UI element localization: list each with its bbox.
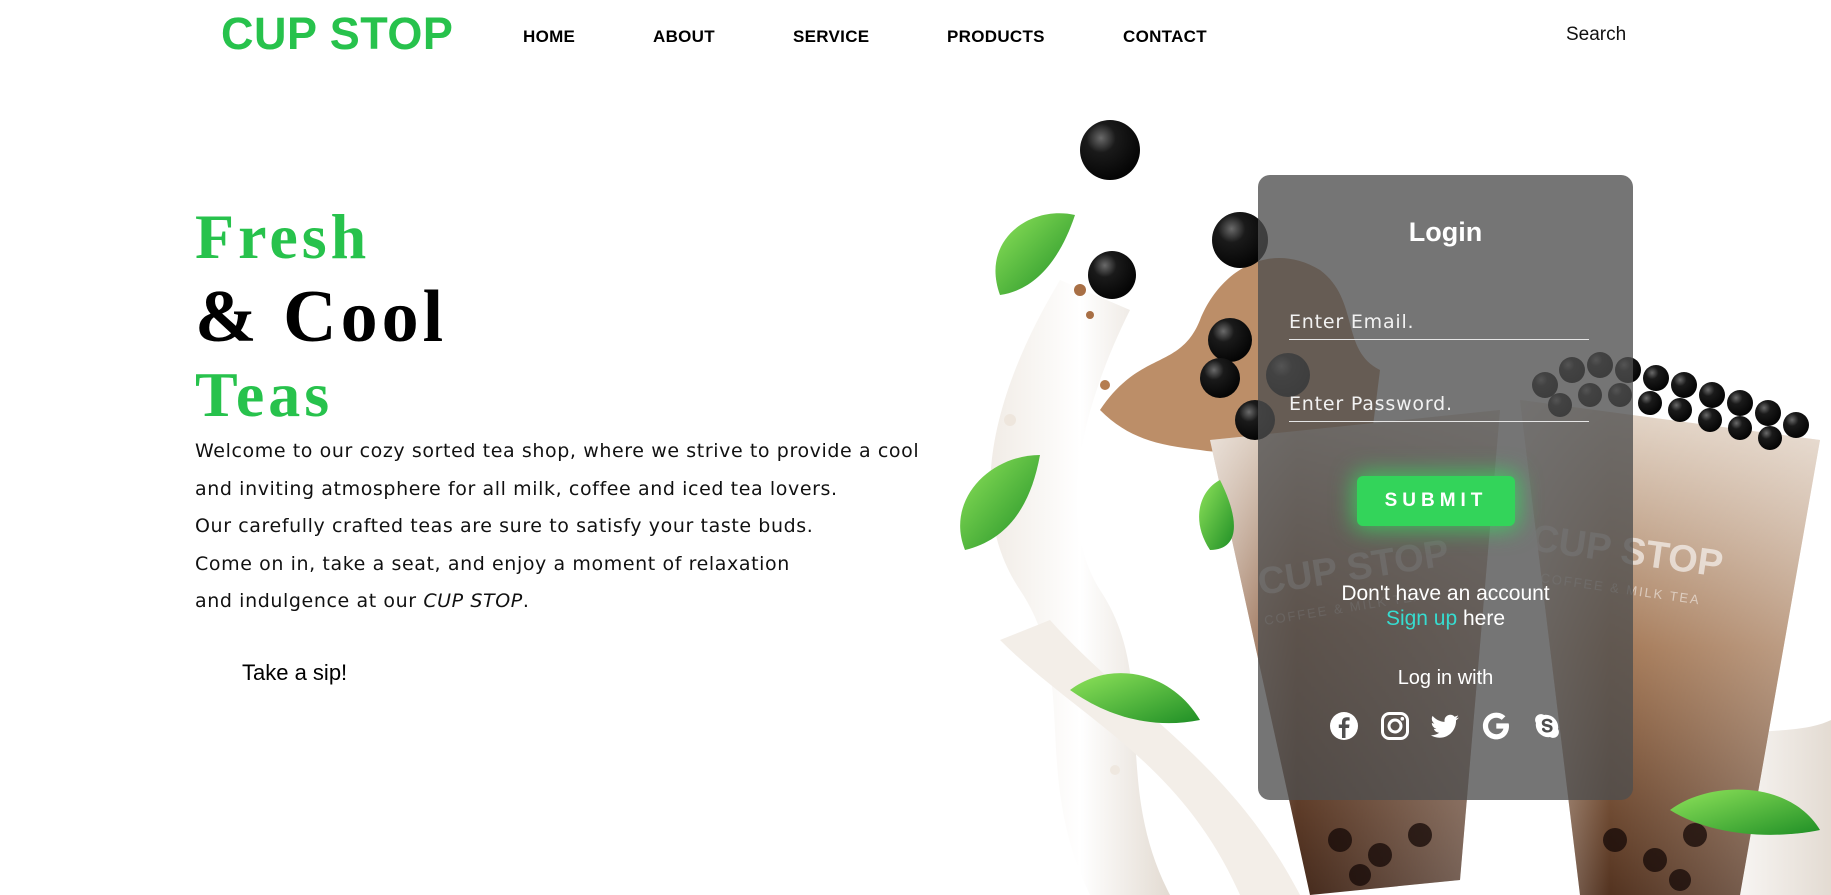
brand-logo[interactable]: CUP STOP [221, 8, 453, 60]
nav-products[interactable]: PRODUCTS [947, 27, 1045, 47]
google-icon[interactable] [1480, 710, 1512, 742]
nav-home[interactable]: HOME [523, 27, 575, 47]
facebook-icon[interactable] [1328, 710, 1360, 742]
login-title: Login [1408, 217, 1483, 247]
description-line: Welcome to our cozy sorted tea shop, whe… [195, 440, 920, 462]
nav-contact[interactable]: CONTACT [1123, 27, 1207, 47]
twitter-icon[interactable] [1429, 710, 1461, 742]
skype-icon[interactable] [1531, 710, 1563, 742]
description-line: and inviting atmosphere for all milk, co… [195, 477, 838, 500]
description-line: Our carefully crafted teas are sure to s… [195, 515, 814, 537]
take-a-sip-button[interactable]: Take a sip! [242, 660, 347, 686]
hero-description: Welcome to our cozy sorted tea shop, whe… [195, 433, 919, 621]
signup-suffix: here [1457, 607, 1506, 630]
no-account-text: Don't have an account [1341, 582, 1550, 605]
nav-about[interactable]: ABOUT [653, 27, 715, 47]
login-panel: Login SUBMIT Don't have an account Sign … [1258, 175, 1633, 800]
signup-link[interactable]: Sign up [1386, 607, 1457, 630]
description-line: and indulgence at our CUP STOP. [195, 583, 919, 621]
description-text: . [522, 590, 530, 612]
submit-button[interactable]: SUBMIT [1357, 476, 1515, 526]
hero-title-fresh: Fresh [195, 201, 371, 272]
hero-title-cool: & Cool [195, 276, 448, 358]
nav-service[interactable]: SERVICE [793, 27, 869, 47]
description-line: Come on in, take a seat, and enjoy a mom… [195, 552, 790, 575]
password-field[interactable] [1289, 386, 1589, 422]
hero-title-teas: Teas [195, 359, 334, 430]
description-brand: CUP STOP [423, 590, 523, 612]
description-text: and indulgence at our [195, 590, 424, 612]
signup-line: Sign up here [1258, 606, 1633, 631]
instagram-icon[interactable] [1379, 710, 1411, 742]
login-with-label: Log in with [1397, 667, 1494, 689]
search-link[interactable]: Search [1566, 24, 1626, 46]
email-field[interactable] [1289, 304, 1589, 340]
signup-prompt: Don't have an account Sign up here [1258, 581, 1633, 631]
social-login-row [1328, 710, 1568, 746]
